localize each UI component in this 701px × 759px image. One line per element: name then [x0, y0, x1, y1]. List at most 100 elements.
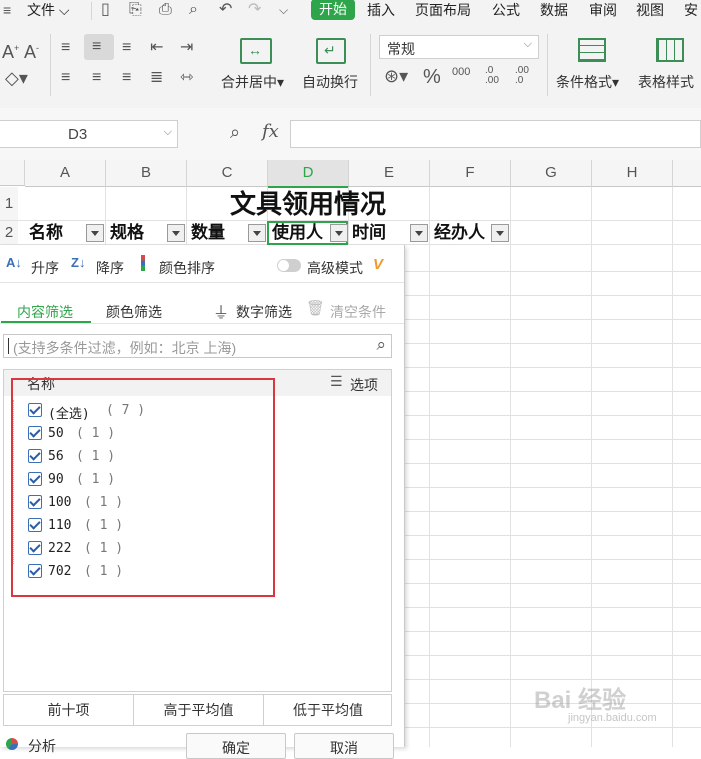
align-right-icon[interactable]: ≡ [122, 70, 131, 86]
filter-dropdown-spec[interactable] [167, 224, 185, 242]
justify-icon[interactable]: ≣ [150, 70, 163, 86]
filter-dropdown-user[interactable] [330, 224, 348, 242]
print-preview-icon[interactable]: ⌕ [189, 2, 198, 18]
column-header-i[interactable] [673, 160, 701, 187]
currency-icon[interactable]: ⊛▾ [384, 67, 408, 85]
search-input[interactable]: (支持多条件过滤，例如：北京 上海) [13, 338, 236, 358]
font-increase-icon[interactable]: A+ [2, 40, 19, 61]
analysis-icon[interactable] [6, 738, 18, 750]
search-icon[interactable]: ⌕ [376, 335, 386, 355]
header-cell-time[interactable]: 时间 [352, 221, 386, 245]
distributed-icon[interactable]: ⇿ [180, 70, 193, 86]
color-sort-button[interactable]: 颜色排序 [159, 258, 215, 278]
redo-icon[interactable]: ↷ [248, 2, 261, 18]
column-header-b[interactable]: B [106, 160, 187, 187]
advanced-mode-toggle[interactable] [277, 259, 301, 272]
menu-icon[interactable]: ≡ [3, 2, 11, 18]
quick-filter-bar: 前十项 高于平均值 低于平均值 [3, 694, 392, 726]
indent-increase-icon[interactable]: ⇥ [180, 40, 193, 56]
indent-decrease-icon[interactable]: ⇤ [150, 40, 163, 56]
highlight-box [11, 378, 275, 597]
sort-ascending-button[interactable]: 升序 [31, 258, 59, 278]
divider [547, 34, 548, 96]
column-header-a[interactable]: A [25, 160, 106, 187]
below-average-button[interactable]: 低于平均值 [264, 695, 392, 725]
filter-dropdown-handler[interactable] [491, 224, 509, 242]
options-icon[interactable]: ☰ [330, 373, 343, 390]
tab-data[interactable]: 数据 [540, 0, 568, 20]
select-all-corner[interactable] [0, 160, 25, 186]
table-style-icon[interactable] [656, 38, 684, 62]
column-header-c[interactable]: C [187, 160, 268, 187]
filter-search-box[interactable]: (支持多条件过滤，例如：北京 上海) ⌕ [3, 334, 392, 358]
options-button[interactable]: 选项 [350, 375, 378, 395]
header-cell-name[interactable]: 名称 [29, 221, 63, 245]
sort-descending-icon[interactable]: Z↓ [71, 255, 85, 270]
tab-insert[interactable]: 插入 [367, 0, 395, 20]
export-icon[interactable]: ⎘ [129, 2, 142, 18]
zoom-formula-icon[interactable]: ⌕ [230, 122, 240, 143]
sort-descending-button[interactable]: 降序 [96, 258, 124, 278]
align-top-icon[interactable]: ≡ [61, 40, 70, 56]
print-icon[interactable]: ⎙ [159, 2, 172, 18]
align-left-icon[interactable]: ≡ [61, 70, 70, 86]
increase-decimal-icon[interactable]: .0 .00 [485, 66, 507, 86]
percent-icon[interactable]: % [423, 66, 441, 89]
clear-conditions-button[interactable]: 清空条件 [330, 302, 386, 322]
filter-dropdown-quantity[interactable] [248, 224, 266, 242]
tab-formulas[interactable]: 公式 [492, 0, 520, 20]
filter-dropdown-name[interactable] [86, 224, 104, 242]
tab-page-layout[interactable]: 页面布局 [415, 0, 471, 20]
tab-security[interactable]: 安 [684, 0, 698, 20]
more-chevron-icon[interactable]: ⌵ [279, 2, 288, 18]
tab-home[interactable]: 开始 [311, 0, 355, 20]
align-middle-button[interactable]: ≡ [84, 34, 114, 60]
number-filter-icon[interactable]: ⏚ [213, 299, 229, 323]
conditional-format-button[interactable]: 条件格式▾ [556, 72, 619, 92]
header-cell-user[interactable]: 使用人 [272, 221, 323, 245]
thousands-icon[interactable]: 000 [452, 66, 470, 78]
align-bottom-icon[interactable]: ≡ [122, 40, 131, 56]
color-sort-icon[interactable] [141, 255, 145, 271]
wrap-text-button[interactable]: 自动换行 [302, 72, 358, 92]
column-header-e[interactable]: E [349, 160, 430, 187]
file-menu[interactable]: 文件 ⌵ [27, 0, 70, 20]
column-header-g[interactable]: G [511, 160, 592, 187]
column-header-d[interactable]: D [268, 160, 349, 188]
header-cell-handler[interactable]: 经办人 [434, 221, 485, 245]
column-header-h[interactable]: H [592, 160, 673, 187]
ok-button[interactable]: 确定 [186, 733, 286, 759]
number-filter-button[interactable]: 数字筛选 [236, 302, 292, 322]
sort-ascending-icon[interactable]: A↓ [6, 255, 22, 270]
tab-content-filter[interactable]: 内容筛选 [17, 302, 73, 322]
number-format-select[interactable]: 常规 ⌵ [379, 35, 539, 59]
above-average-button[interactable]: 高于平均值 [134, 695, 264, 725]
conditional-format-icon[interactable] [578, 38, 606, 62]
header-cell-spec[interactable]: 规格 [110, 221, 144, 245]
align-center-icon[interactable]: ≡ [92, 70, 101, 86]
function-icon[interactable]: fx [262, 121, 279, 142]
tab-view[interactable]: 视图 [636, 0, 664, 20]
cancel-button[interactable]: 取消 [294, 733, 394, 759]
merge-center-icon[interactable]: ↔ [240, 38, 272, 64]
divider [50, 34, 51, 96]
table-style-button[interactable]: 表格样式 [638, 72, 694, 92]
save-icon[interactable]: ▯ [101, 2, 110, 18]
sheet-title-cell[interactable]: 文具领用情况 [25, 187, 591, 220]
top-ten-button[interactable]: 前十项 [4, 695, 134, 725]
formula-input[interactable] [290, 120, 701, 148]
font-decrease-icon[interactable]: A- [24, 40, 39, 61]
tab-color-filter[interactable]: 颜色筛选 [106, 302, 162, 322]
wrap-text-icon[interactable]: ↵ [316, 38, 346, 64]
tab-review[interactable]: 审阅 [589, 0, 617, 20]
name-box[interactable]: D3 ⌵ [0, 120, 178, 148]
header-cell-quantity[interactable]: 数量 [191, 221, 225, 245]
eraser-icon[interactable]: ◇▾ [5, 69, 28, 87]
column-header-f[interactable]: F [430, 160, 511, 187]
merge-center-button[interactable]: 合并居中▾ [221, 72, 284, 92]
trash-icon[interactable]: 🗑 [306, 299, 325, 317]
analysis-button[interactable]: 分析 [28, 736, 56, 756]
filter-dropdown-time[interactable] [410, 224, 428, 242]
decrease-decimal-icon[interactable]: .00 .0 [515, 66, 537, 86]
undo-icon[interactable]: ↶ [219, 2, 232, 18]
